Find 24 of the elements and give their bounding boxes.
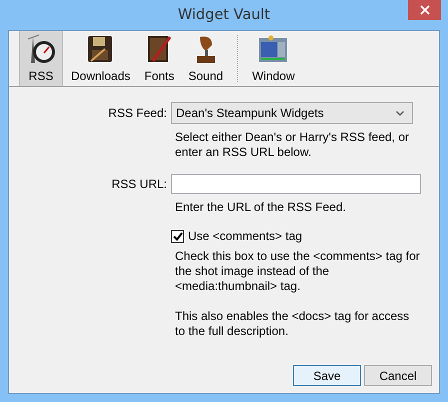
url-field[interactable]	[171, 174, 421, 194]
checkbox-label: Use <comments> tag	[188, 229, 302, 243]
toolbar-tab[interactable]: Sound	[183, 31, 228, 86]
cancel-button[interactable]: Cancel	[364, 365, 432, 386]
feed-dropdown[interactable]: Dean's Steampunk Widgets	[171, 102, 413, 124]
chevron-icon	[396, 110, 404, 116]
toolbar-tab[interactable]: Window	[247, 31, 300, 86]
check-icon	[172, 232, 182, 240]
field-label: RSS URL:	[110, 177, 167, 191]
window-icon	[257, 33, 290, 65]
window-title: Widget Vault	[178, 7, 270, 23]
close-button[interactable]	[408, 0, 441, 20]
field-label: RSS Feed:	[107, 106, 167, 120]
help-text: This also enables the <docs> tag for access to the full description.	[175, 309, 410, 339]
toolbar-tab[interactable]: Downloads	[66, 31, 136, 86]
help-text: Select either Dean's or Harry's RSS feed, or enter an RSS URL below.	[175, 130, 410, 160]
help-text: Check this box to use the <comments> tag for the shot image instead of the <media:thumbnail> tag.	[175, 249, 421, 294]
close-icon	[420, 5, 430, 15]
toolbar-tab[interactable]: RSS	[19, 31, 63, 86]
checkbox[interactable]	[171, 230, 184, 242]
gauge-icon	[25, 33, 57, 65]
save-button[interactable]: Save	[293, 365, 361, 386]
toolbar-tab[interactable]: Fonts	[138, 31, 180, 86]
help-text: Enter the URL of the RSS Feed.	[175, 200, 347, 215]
